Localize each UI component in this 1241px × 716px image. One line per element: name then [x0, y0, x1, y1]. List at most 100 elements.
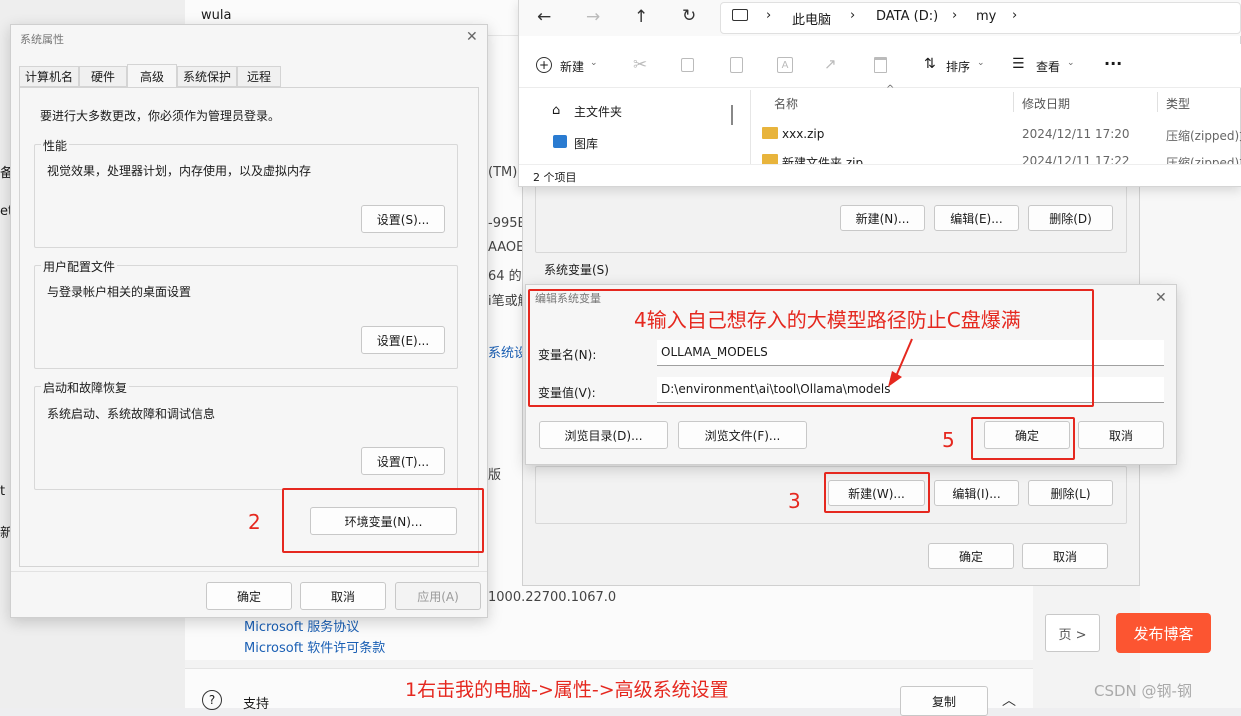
- help-icon: ?: [202, 690, 222, 710]
- spec-line: -995B: [488, 216, 527, 231]
- column-header-date[interactable]: 修改日期: [1022, 95, 1070, 112]
- version-text: 1000.22700.1067.0: [488, 590, 617, 605]
- chevron-up-icon[interactable]: ︿: [1002, 690, 1016, 710]
- sysprops-apply-button[interactable]: 应用(A): [395, 582, 481, 610]
- system-vars-label: 系统变量(S): [544, 263, 609, 277]
- annotation-step-3: 3: [788, 489, 801, 513]
- chevron-down-icon: ⌄: [1067, 58, 1075, 68]
- chevron-down-icon: ⌄: [977, 58, 985, 68]
- file-date: 2024/12/11 17:20: [1022, 127, 1130, 141]
- user-edit-button[interactable]: 编辑(E)...: [934, 205, 1019, 231]
- browse-directory-button[interactable]: 浏览目录(D)...: [539, 421, 668, 449]
- status-text: 2 个项目: [533, 171, 577, 184]
- pagination-button[interactable]: 页 >: [1045, 614, 1100, 652]
- up-icon[interactable]: ↑: [634, 7, 648, 27]
- edition-text: 版: [488, 468, 502, 483]
- startup-recovery-settings-button[interactable]: 设置(T)...: [361, 447, 445, 475]
- sort-menu-button[interactable]: 排序: [946, 58, 970, 75]
- delete-icon[interactable]: [874, 57, 887, 73]
- system-edit-button[interactable]: 编辑(I)...: [934, 480, 1019, 506]
- more-icon[interactable]: ···: [1104, 54, 1122, 73]
- view-icon: ☰: [1012, 56, 1025, 72]
- table-row[interactable]: 新建文件夹.zip 2024/12/11 17:22 压缩(zipped)文: [752, 148, 1241, 164]
- cut-icon[interactable]: ✂: [633, 55, 647, 75]
- edit-cancel-button[interactable]: 取消: [1078, 421, 1164, 449]
- annotation-step-5: 5: [942, 428, 955, 452]
- env-ok-button[interactable]: 确定: [928, 543, 1014, 569]
- share-icon[interactable]: ↗: [824, 55, 837, 73]
- tab-hardware[interactable]: 硬件: [79, 66, 127, 87]
- dialog-title: 系统属性: [20, 33, 64, 46]
- chevron-right-icon: ›: [952, 8, 958, 23]
- table-row[interactable]: xxx.zip 2024/12/11 17:20 压缩(zipped)文: [752, 118, 1241, 148]
- gallery-icon: [553, 135, 567, 148]
- tab-system-protection[interactable]: 系统保护: [177, 66, 237, 87]
- annotation-box-env-button: [282, 488, 484, 553]
- column-header-type[interactable]: 类型: [1166, 95, 1190, 112]
- rename-icon[interactable]: A: [777, 57, 793, 73]
- back-icon[interactable]: ←: [537, 7, 551, 27]
- tab-computer-name[interactable]: 计算机名: [19, 66, 79, 87]
- user-profile-title: 用户配置文件: [41, 258, 118, 275]
- service-agreement-link[interactable]: Microsoft 服务协议: [244, 616, 359, 635]
- forward-icon[interactable]: →: [586, 7, 600, 27]
- publish-blog-button[interactable]: 发布博客: [1116, 613, 1211, 653]
- column-divider[interactable]: [1013, 92, 1014, 112]
- sort-icon: ⇅: [924, 56, 936, 72]
- env-cancel-button[interactable]: 取消: [1022, 543, 1108, 569]
- new-menu-button[interactable]: 新建: [560, 58, 584, 75]
- chevron-right-icon: ›: [766, 8, 772, 23]
- performance-settings-button[interactable]: 设置(S)...: [361, 205, 445, 233]
- file-name: xxx.zip: [782, 127, 825, 141]
- sidebar-scrollbar[interactable]: [731, 105, 733, 125]
- license-terms-link[interactable]: Microsoft 软件许可条款: [244, 637, 385, 656]
- zip-folder-icon: [762, 154, 778, 164]
- chevron-right-icon: ›: [1012, 8, 1018, 23]
- home-icon: ⌂: [552, 103, 561, 118]
- startup-recovery-title: 启动和故障恢复: [41, 379, 130, 396]
- breadcrumb-item[interactable]: my: [976, 9, 996, 24]
- left-edge-text: t: [0, 484, 6, 499]
- copy-button[interactable]: 复制: [900, 686, 988, 716]
- user-delete-button[interactable]: 删除(D): [1028, 205, 1113, 231]
- annotation-box-ok-button: [971, 417, 1075, 460]
- dialog-footer-line: [11, 571, 487, 572]
- pane-divider: [750, 90, 751, 164]
- browse-file-button[interactable]: 浏览文件(F)...: [678, 421, 807, 449]
- column-header-name[interactable]: 名称: [774, 95, 798, 112]
- plus-icon: +: [536, 57, 552, 73]
- column-divider[interactable]: [1157, 92, 1158, 112]
- user-name: wula: [201, 8, 232, 23]
- breadcrumb-item[interactable]: DATA (D:): [876, 9, 938, 24]
- sidebar-item-home[interactable]: 主文件夹: [574, 103, 622, 120]
- file-date: 2024/12/11 17:22: [1022, 154, 1130, 164]
- watermark: CSDN @钢-钢: [1094, 682, 1192, 700]
- monitor-icon: [732, 9, 748, 21]
- file-name: 新建文件夹.zip: [782, 156, 864, 164]
- sort-caret-icon: ^: [886, 84, 895, 95]
- system-delete-button[interactable]: 删除(L): [1028, 480, 1113, 506]
- performance-desc: 视觉效果，处理器计划，内存使用，以及虚拟内存: [47, 164, 312, 178]
- close-icon[interactable]: ✕: [1155, 290, 1167, 306]
- sysprops-cancel-button[interactable]: 取消: [300, 582, 386, 610]
- paste-icon[interactable]: [730, 57, 743, 73]
- tab-remote[interactable]: 远程: [237, 66, 281, 87]
- annotation-box-new-button: [824, 472, 930, 513]
- file-list-viewport: xxx.zip 2024/12/11 17:20 压缩(zipped)文 新建文…: [752, 118, 1241, 164]
- user-new-button[interactable]: 新建(N)...: [840, 205, 925, 231]
- breadcrumb-item[interactable]: 此电脑: [792, 9, 831, 28]
- sidebar-item-gallery[interactable]: 图库: [574, 135, 598, 152]
- zip-folder-icon: [762, 127, 778, 139]
- refresh-icon[interactable]: ↻: [682, 6, 696, 26]
- annotation-arrow: [888, 338, 913, 387]
- tab-advanced[interactable]: 高级: [127, 64, 177, 88]
- performance-title: 性能: [41, 137, 70, 154]
- close-icon[interactable]: ✕: [466, 29, 478, 45]
- tab-strip: 计算机名 硬件 高级 系统保护 远程: [19, 64, 281, 88]
- sysprops-ok-button[interactable]: 确定: [206, 582, 292, 610]
- view-menu-button[interactable]: 查看: [1036, 58, 1060, 75]
- annotation-step-1: 1右击我的电脑->属性->高级系统设置: [405, 679, 729, 701]
- file-type: 压缩(zipped)文: [1166, 156, 1241, 164]
- user-profile-settings-button[interactable]: 设置(E)...: [361, 326, 445, 354]
- copy-icon[interactable]: [681, 58, 694, 72]
